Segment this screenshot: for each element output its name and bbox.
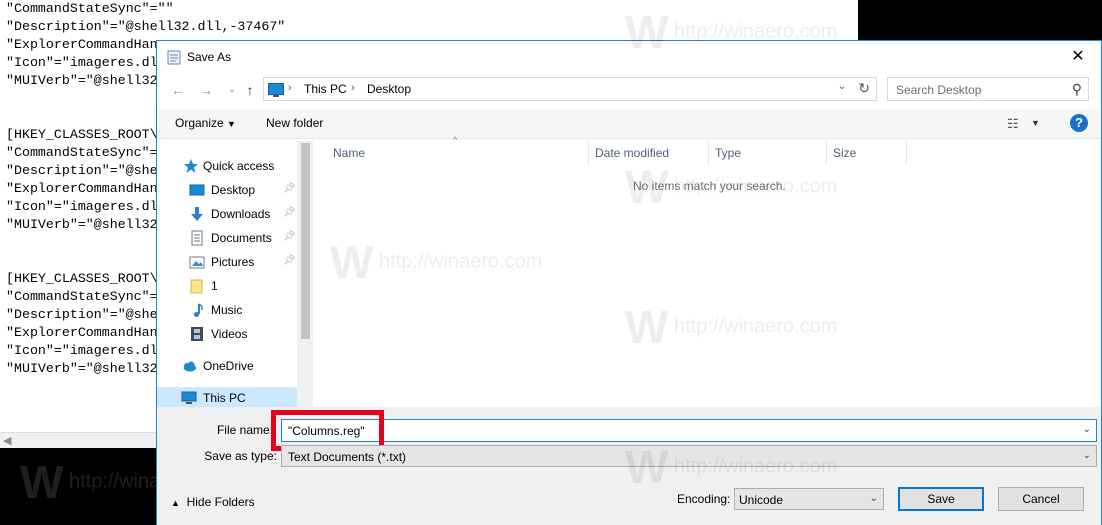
chevron-down-icon: ▼ [227, 119, 236, 129]
file-list[interactable]: Name ^ Date modified Type Size No items … [313, 135, 1101, 407]
column-label: Name [333, 146, 366, 160]
address-bar[interactable]: › This PC › Desktop ⌄ ↻ [263, 77, 877, 101]
encoding-value: Unicode [739, 493, 784, 507]
chevron-down-icon[interactable]: ⌄ [870, 493, 878, 504]
nav-onedrive[interactable]: OneDrive [157, 355, 297, 377]
breadcrumb-chevron-icon[interactable]: › [351, 82, 355, 94]
scroll-left-icon[interactable]: ◀ [3, 434, 11, 447]
chevron-down-icon[interactable]: ⌄ [1083, 450, 1091, 461]
pin-icon: 📌︎ [283, 183, 296, 194]
nav-music[interactable]: Music [157, 299, 297, 321]
column-label: Date modified [595, 146, 670, 160]
sort-ascending-icon: ^ [453, 135, 458, 145]
search-input[interactable]: Search Desktop ⚲ [887, 77, 1089, 101]
computer-icon [181, 391, 197, 404]
notepad-line: "CommandStateSync"="" [6, 1, 174, 16]
title-bar[interactable]: Save As ✕ [157, 41, 1101, 73]
nav-label: Music [211, 303, 243, 317]
breadcrumb-chevron-icon[interactable]: › [288, 82, 292, 94]
column-label: Size [833, 146, 857, 160]
nav-label: This PC [203, 391, 246, 405]
nav-label: Videos [211, 327, 248, 341]
nav-label: Downloads [211, 207, 271, 221]
navigation-scrollbar[interactable] [297, 141, 313, 407]
nav-documents[interactable]: Documents 📌︎ [157, 227, 297, 249]
nav-folder-1[interactable]: 1 [157, 275, 297, 297]
nav-label: Pictures [211, 255, 255, 269]
save-as-type-value: Text Documents (*.txt) [288, 450, 407, 464]
nav-label: 1 [211, 279, 218, 293]
nav-pictures[interactable]: Pictures 📌︎ [157, 251, 297, 273]
hide-folders-button[interactable]: ▲ Hide Folders [171, 495, 255, 509]
close-icon: ✕ [1071, 48, 1085, 65]
cloud-icon [184, 361, 196, 372]
command-bar: Organize ▼ New folder ☷ ▼ ? [157, 109, 1101, 139]
desktop-icon [189, 184, 205, 196]
star-icon [184, 159, 198, 173]
refresh-icon[interactable]: ↻ [858, 80, 870, 97]
nav-label: Desktop [211, 183, 256, 197]
column-size[interactable]: Size [827, 141, 907, 166]
nav-quick-access[interactable]: Quick access [157, 155, 297, 177]
save-button[interactable]: Save [898, 487, 984, 511]
pictures-icon [189, 256, 205, 269]
up-arrow-icon[interactable]: ↑ [239, 80, 261, 100]
this-pc-icon [268, 83, 284, 97]
nav-label: OneDrive [203, 359, 254, 373]
column-type[interactable]: Type [709, 141, 827, 166]
notepad-doc-icon [167, 50, 181, 65]
dialog-title: Save As [187, 50, 232, 64]
save-as-type-select[interactable]: Text Documents (*.txt) ⌄ [281, 445, 1097, 467]
nav-desktop[interactable]: Desktop 📌︎ [157, 179, 297, 201]
pin-icon: 📌︎ [283, 255, 296, 266]
navigation-row: ← → ⌄ ↑ › This PC › Desktop ⌄ ↻ Search D… [157, 75, 1101, 105]
search-placeholder: Search Desktop [896, 83, 982, 97]
folder-icon [190, 279, 203, 294]
encoding-label: Encoding: [677, 492, 731, 506]
column-date-modified[interactable]: Date modified [589, 141, 709, 166]
new-folder-button[interactable]: New folder [266, 116, 323, 130]
download-arrow-icon [191, 207, 203, 221]
nav-this-pc[interactable]: This PC [157, 387, 297, 407]
chevron-down-icon[interactable]: ▼ [1031, 118, 1040, 128]
notepad-line: "Description"="@shell32.dll,-37467" [6, 19, 286, 34]
music-note-icon [194, 303, 203, 317]
organize-button[interactable]: Organize ▼ [175, 116, 236, 130]
pin-icon: 📌︎ [283, 207, 296, 218]
help-icon[interactable]: ? [1070, 114, 1088, 132]
encoding-select[interactable]: Unicode ⌄ [734, 488, 884, 510]
back-arrow-icon[interactable]: ← [167, 80, 189, 100]
empty-message: No items match your search. [633, 179, 786, 193]
chevron-down-icon[interactable]: ⌄ [1083, 424, 1091, 435]
hide-folders-label: Hide Folders [186, 495, 255, 509]
breadcrumb-this-pc[interactable]: This PC [304, 82, 347, 96]
file-name-field[interactable]: "Columns.reg" ⌄ [281, 419, 1097, 442]
nav-label: Quick access [203, 159, 275, 173]
nav-videos[interactable]: Videos [157, 323, 297, 345]
organize-label: Organize [175, 116, 224, 130]
chevron-up-icon: ▲ [171, 498, 180, 508]
address-dropdown-icon[interactable]: ⌄ [838, 81, 846, 92]
scrollbar-thumb[interactable] [301, 143, 310, 339]
nav-downloads[interactable]: Downloads 📌︎ [157, 203, 297, 225]
pin-icon: 📌︎ [283, 231, 296, 242]
search-icon[interactable]: ⚲ [1072, 81, 1082, 98]
save-as-dialog: Save As ✕ ← → ⌄ ↑ › This PC › Desktop ⌄ … [156, 40, 1102, 525]
film-strip-icon [191, 327, 203, 341]
nav-label: Documents [211, 231, 272, 245]
save-as-type-label: Save as type: [204, 449, 277, 463]
close-button[interactable]: ✕ [1055, 41, 1101, 73]
navigation-pane: Quick access Desktop 📌︎ Downloads 📌︎ Doc… [157, 141, 313, 407]
file-name-label: File name: [216, 423, 273, 437]
save-form: File name: "Columns.reg" ⌄ Save as type:… [157, 407, 1101, 525]
column-label: Type [715, 146, 742, 160]
breadcrumb-desktop[interactable]: Desktop [367, 82, 411, 96]
documents-icon [191, 230, 203, 246]
cancel-button[interactable]: Cancel [998, 487, 1084, 511]
column-name[interactable]: Name ^ [313, 135, 589, 166]
forward-arrow-icon[interactable]: → [195, 80, 217, 100]
view-options-icon[interactable]: ☷ [1007, 116, 1019, 132]
